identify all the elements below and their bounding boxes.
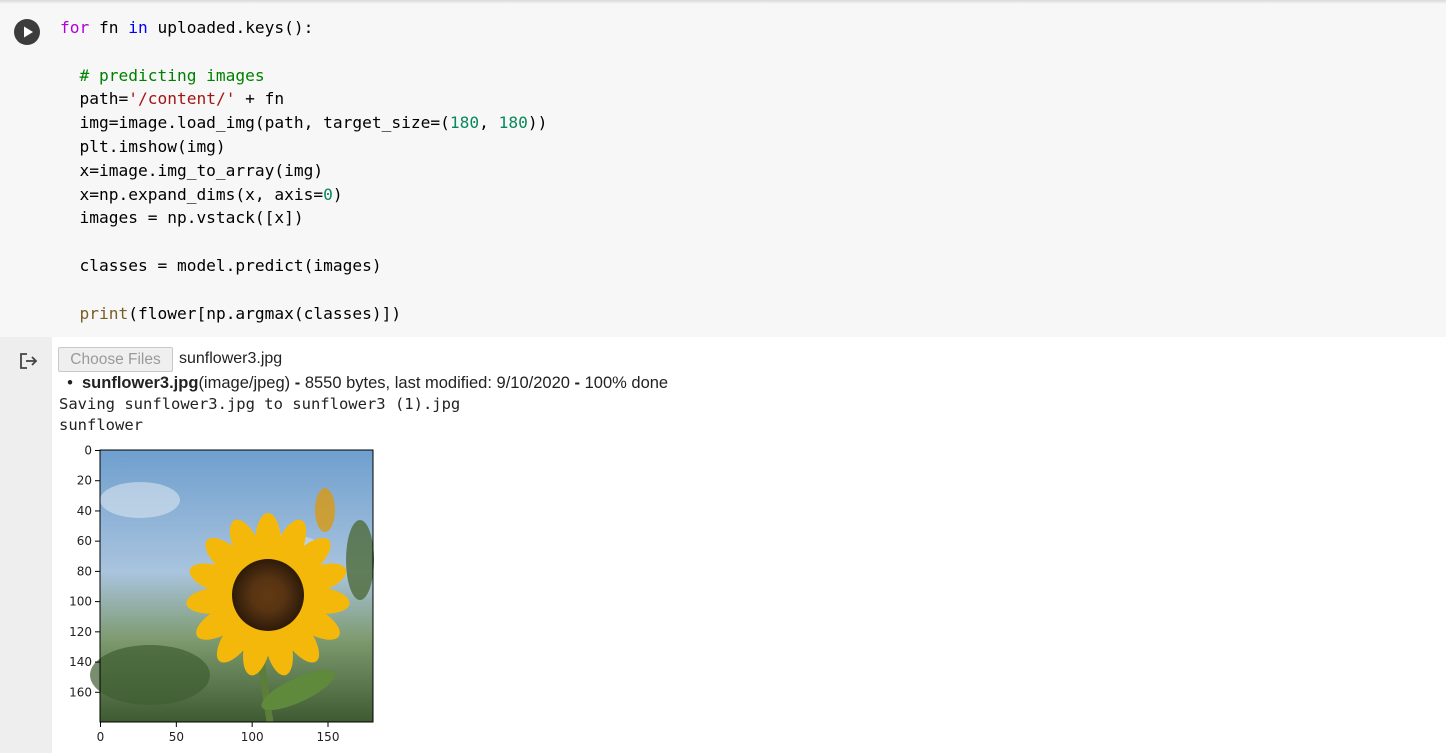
play-icon xyxy=(24,26,33,38)
code-line: x=np.expand_dims(x, axis=0) xyxy=(60,183,547,207)
code-token: images = np.vstack([x]) xyxy=(60,208,304,228)
upload-status: • sunflower3.jpg(image/jpeg) - 8550 bytes… xyxy=(58,374,668,393)
code-token: in xyxy=(128,18,148,37)
separator: - xyxy=(290,374,305,392)
x-axis: 0 50 100 150 xyxy=(97,722,340,744)
y-tick-label: 0 xyxy=(84,444,92,458)
code-line: img=image.load_img(path, target_size=(18… xyxy=(60,111,547,135)
file-details: 8550 bytes, last modified: 9/10/2020 xyxy=(304,374,570,392)
code-token: 180 xyxy=(449,113,480,133)
x-tick-label: 150 xyxy=(317,730,340,744)
code-editor[interactable]: for fn in uploaded.keys(): # predicting … xyxy=(60,16,547,325)
code-token: , xyxy=(479,113,499,133)
y-axis: 0 20 40 60 80 100 120 140 160 xyxy=(69,444,100,699)
selected-file-name: sunflower3.jpg xyxy=(179,350,283,367)
code-token: ) xyxy=(332,184,343,204)
file-type: (image/jpeg) xyxy=(198,374,291,392)
choose-files-button[interactable]: Choose Files xyxy=(58,347,173,372)
y-tick-label: 60 xyxy=(77,534,92,548)
x-tick-label: 50 xyxy=(169,730,184,744)
plotted-image xyxy=(90,450,374,723)
code-cell[interactable]: for fn in uploaded.keys(): # predicting … xyxy=(0,4,1446,337)
y-tick-label: 80 xyxy=(77,564,92,578)
code-line: classes = model.predict(images) xyxy=(60,254,547,278)
y-tick-label: 40 xyxy=(77,504,92,518)
code-token: uploaded.keys(): xyxy=(147,18,314,37)
code-token: '/content/' xyxy=(128,89,236,109)
y-tick-label: 100 xyxy=(69,595,92,609)
code-token: 180 xyxy=(498,113,528,133)
output-arrow-icon[interactable] xyxy=(19,352,39,370)
code-token: img=image.load_img(path, target_size=( xyxy=(60,113,450,133)
code-line: images = np.vstack([x]) xyxy=(60,206,547,230)
code-token: print xyxy=(79,303,129,323)
code-token: 0 xyxy=(323,184,333,204)
code-token: for xyxy=(60,18,90,37)
saving-message: Saving sunflower3.jpg to sunflower3 (1).… xyxy=(59,395,461,413)
y-tick-label: 20 xyxy=(77,474,92,488)
bullet: • xyxy=(67,374,73,392)
run-cell-button[interactable] xyxy=(14,19,40,45)
code-token: (flower[np.argmax(classes)]) xyxy=(128,303,402,323)
separator: - xyxy=(569,374,585,392)
code-token: path= xyxy=(60,89,129,109)
image-plot: 0 20 40 60 80 100 120 140 160 0 50 100 150 xyxy=(69,444,374,744)
code-token: # predicting images xyxy=(60,65,265,85)
code-token: x=image.img_to_array(img) xyxy=(60,160,324,180)
x-tick-label: 100 xyxy=(241,730,264,744)
upload-progress: 100% done xyxy=(584,374,669,392)
code-line: x=image.img_to_array(img) xyxy=(60,159,547,183)
code-token: x=np.expand_dims(x, axis= xyxy=(60,184,324,204)
code-token: plt.imshow(img) xyxy=(60,136,226,156)
y-tick-label: 120 xyxy=(69,625,92,639)
y-tick-label: 140 xyxy=(69,655,92,669)
uploaded-file-name: sunflower3.jpg xyxy=(82,374,199,392)
code-line: for fn in uploaded.keys(): xyxy=(60,16,547,40)
code-line: plt.imshow(img) xyxy=(60,135,547,159)
y-tick-label: 160 xyxy=(69,685,92,699)
code-line: path='/content/' + fn xyxy=(60,87,547,111)
code-line: print(flower[np.argmax(classes)]) xyxy=(60,302,547,326)
output-gutter xyxy=(0,337,52,753)
code-token: fn xyxy=(89,18,129,37)
code-token: + fn xyxy=(235,89,285,109)
code-token: )) xyxy=(527,113,548,133)
x-tick-label: 0 xyxy=(97,730,105,744)
code-token: classes = model.predict(images) xyxy=(60,255,382,275)
code-line: # predicting images xyxy=(60,64,547,88)
prediction-output: sunflower xyxy=(59,416,143,434)
